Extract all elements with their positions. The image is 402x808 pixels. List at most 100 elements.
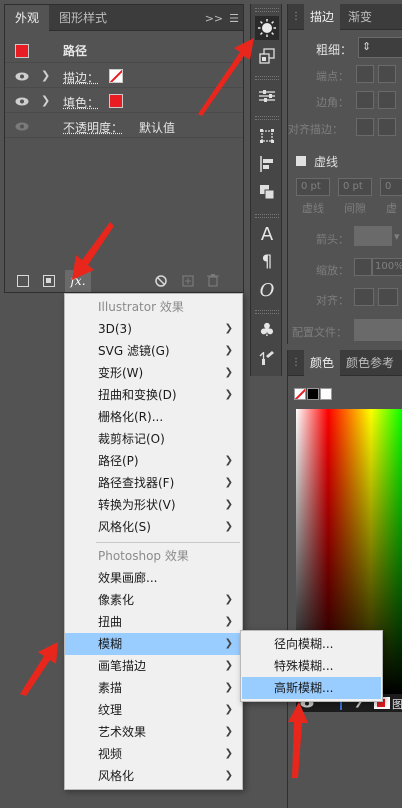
menu-item-warp[interactable]: 变形(W) ❯ [65,362,242,384]
submenu-arrow-icon: ❯ [224,682,233,693]
clear-appearance-icon[interactable] [155,275,167,287]
none-swatch[interactable] [294,388,306,400]
menu-item-distort[interactable]: 扭曲 ❯ [65,611,242,633]
appearance-row-opacity[interactable]: 不透明度： 默认值 [5,114,243,138]
menu-item-sketch[interactable]: 素描 ❯ [65,677,242,699]
transform-panel-icon[interactable] [255,124,279,148]
arrowheads-label: 箭头： [316,233,349,246]
menu-item-brush-strokes[interactable]: 画笔描边 ❯ [65,655,242,677]
brushes-panel-icon[interactable] [255,346,279,370]
fill-label[interactable]: 填色： [63,94,99,111]
blur-submenu: 径向模糊... 特殊模糊... 高斯模糊... [240,630,383,702]
butt-cap-button[interactable] [356,65,374,83]
submenu-item-gaussian-blur[interactable]: 高斯模糊... [242,677,381,699]
menu-item-artistic[interactable]: 艺术效果 ❯ [65,721,242,743]
menu-item-stylize-photoshop[interactable]: 风格化 ❯ [65,765,242,787]
align-stroke-label: 对齐描边： [288,123,343,136]
expand-chevron-icon[interactable]: ❯ [41,69,50,82]
align-center-button[interactable] [356,118,374,136]
menu-item-svg-filters[interactable]: SVG 滤镜(G) ❯ [65,340,242,362]
strip-grip[interactable] [255,116,279,120]
stroke-none-swatch[interactable] [109,69,123,83]
dashed-line-label: 虚线 [314,155,339,169]
delete-item-icon[interactable] [207,274,219,287]
menu-item-video[interactable]: 视频 ❯ [65,743,242,765]
weight-stepper[interactable]: ⇕ [358,37,402,58]
menu-item-blur[interactable]: 模糊 ❯ [65,633,242,655]
duplicate-item-icon[interactable] [182,275,194,287]
submenu-item-smart-blur[interactable]: 特殊模糊... [242,655,381,677]
menu-item-pathfinder[interactable]: 路径查找器(F) ❯ [65,472,242,494]
menu-item-distort-transform[interactable]: 扭曲和变换(D) ❯ [65,384,242,406]
menu-item-pixelate[interactable]: 像素化 ❯ [65,589,242,611]
dashed-checkbox[interactable] [296,156,306,166]
tab-stroke[interactable]: 描边 [304,3,341,30]
stepper-arrows-icon[interactable]: ⇕ [362,40,371,53]
tab-color[interactable]: 颜色 [304,349,341,376]
opentype-panel-icon[interactable]: O [255,278,279,302]
scale-input[interactable]: 100% [372,258,402,276]
opacity-label[interactable]: 不透明度： [63,119,123,136]
path-label: 路径 [63,44,88,58]
menu-item-rasterize[interactable]: 栅格化(R)... [65,406,242,428]
panel-menu-icon[interactable]: ☰ [229,12,239,25]
miter-join-button[interactable] [356,91,374,109]
appearance-panel-icon[interactable] [255,16,279,40]
menu-item-effect-gallery[interactable]: 效果画廊... [65,567,242,589]
properties-sliders-icon[interactable] [255,84,279,108]
submenu-arrow-icon: ❯ [224,594,233,605]
start-arrowhead-dropdown[interactable] [354,226,392,246]
menu-item-path[interactable]: 路径(P) ❯ [65,450,242,472]
gap-1-input[interactable]: 0 pt [338,178,372,196]
strip-grip[interactable] [255,8,279,12]
menu-item-texture[interactable]: 纹理 ❯ [65,699,242,721]
add-new-stroke-icon[interactable] [17,275,29,287]
dash-1-input[interactable]: 0 pt [296,178,330,196]
visibility-eye-icon[interactable] [15,97,29,106]
tab-color-guide[interactable]: 颜色参考 [340,350,400,376]
profile-dropdown[interactable] [354,319,402,341]
path-color-swatch [15,44,29,58]
submenu-arrow-icon: ❯ [224,367,233,378]
align-panel-icon[interactable] [255,152,279,176]
chevron-down-icon[interactable]: ▾ [394,230,400,243]
annotation-arrow-blur [20,642,58,696]
add-new-fill-icon[interactable] [43,275,55,287]
strip-grip[interactable] [255,214,279,218]
dash-2-input[interactable]: 0 [380,178,402,196]
round-cap-button[interactable] [378,65,396,83]
visibility-eye-icon[interactable] [15,72,29,81]
collapse-panel-icon[interactable]: >> [205,12,223,25]
strip-grip[interactable] [255,76,279,80]
white-swatch[interactable] [320,388,332,400]
arrow-place-button[interactable] [378,288,398,306]
round-join-button[interactable] [378,91,396,109]
menu-item-3d[interactable]: 3D(3) ❯ [65,318,242,340]
tab-appearance[interactable]: 外观 [5,4,50,31]
stroke-label[interactable]: 描边： [63,69,99,86]
submenu-item-radial-blur[interactable]: 径向模糊... [242,633,381,655]
submenu-arrow-icon: ❯ [224,477,233,488]
symbols-panel-icon[interactable]: ♣ [255,318,279,342]
tab-graphic-styles[interactable]: 图形样式 [49,5,117,31]
pathfinder-panel-icon[interactable] [255,180,279,204]
paragraph-panel-icon[interactable]: ¶ [255,250,279,274]
character-panel-icon[interactable]: A [255,222,279,246]
menu-item-convert-to-shape[interactable]: 转换为形状(V) ❯ [65,494,242,516]
black-swatch[interactable] [307,388,319,400]
graphic-styles-icon[interactable] [255,44,279,68]
scale-stepper[interactable] [354,258,372,276]
dash-sub-label: 虚线 [302,202,324,215]
align-inside-button[interactable] [378,118,396,136]
tab-gradient[interactable]: 渐变 [340,4,380,30]
panel-grip-icon[interactable]: ⋮ [288,11,304,22]
visibility-eye-icon[interactable] [15,122,29,131]
menu-item-stylize-illustrator[interactable]: 风格化(S) ❯ [65,516,242,538]
submenu-arrow-icon: ❯ [224,704,233,715]
arrow-extend-button[interactable] [354,288,374,306]
menu-item-crop-marks[interactable]: 裁剪标记(O) [65,428,242,450]
fill-color-swatch[interactable] [109,94,123,108]
strip-grip[interactable] [255,310,279,314]
panel-grip-icon[interactable]: ⋮ [288,357,304,368]
expand-chevron-icon[interactable]: ❯ [41,94,50,107]
